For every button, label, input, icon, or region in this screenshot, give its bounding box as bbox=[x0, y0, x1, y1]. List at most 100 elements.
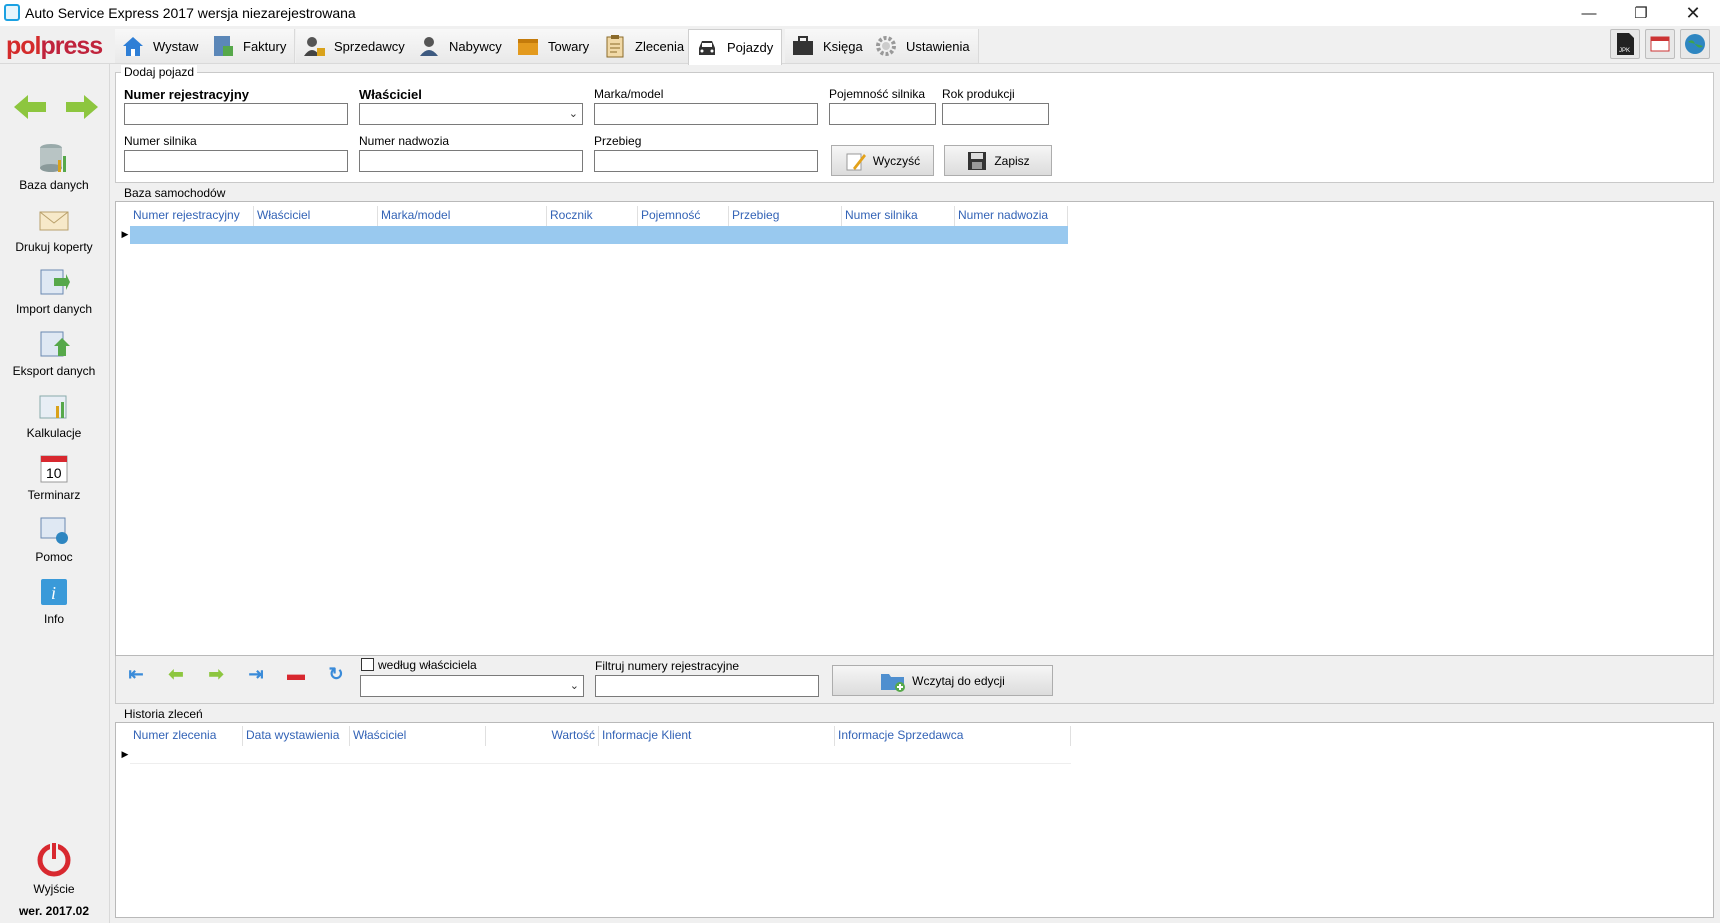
pencil-paper-icon bbox=[845, 150, 867, 172]
column-header[interactable]: Numer silnika bbox=[842, 206, 955, 226]
sidebar-item-pomoc[interactable]: Pomoc bbox=[0, 514, 108, 564]
engine-number-input[interactable] bbox=[124, 150, 348, 172]
tab-zlecenia[interactable]: Zlecenia bbox=[597, 29, 694, 63]
calendar-icon: 10 bbox=[38, 452, 70, 484]
save-button[interactable]: Zapisz bbox=[944, 145, 1052, 176]
registration-input[interactable] bbox=[124, 103, 348, 125]
clear-button-label: Wyczyść bbox=[872, 153, 921, 168]
column-header[interactable]: Informacje Sprzedawca bbox=[835, 726, 1071, 746]
last-record-icon[interactable]: ⇥ bbox=[244, 662, 268, 686]
exit-button[interactable]: Wyjście bbox=[0, 840, 108, 896]
power-icon bbox=[34, 840, 74, 878]
tab-label: Wystaw bbox=[153, 38, 199, 54]
column-header[interactable]: Przebieg bbox=[729, 206, 842, 226]
chevron-down-icon: ⌄ bbox=[568, 108, 578, 120]
tab-faktury[interactable]: Faktury bbox=[205, 29, 296, 63]
import-icon bbox=[38, 266, 70, 298]
sidebar-item-label: Terminarz bbox=[27, 488, 81, 502]
back-arrow-icon[interactable] bbox=[12, 92, 48, 122]
close-button[interactable]: ✕ bbox=[1670, 0, 1716, 26]
orders-history-grid[interactable]: Numer zlecenia Data wystawienia Właścici… bbox=[115, 722, 1714, 918]
next-record-icon[interactable]: ➡ bbox=[204, 662, 228, 686]
tab-sprzedawcy[interactable]: Sprzedawcy bbox=[296, 29, 414, 63]
sidebar-item-info[interactable]: i Info bbox=[0, 576, 108, 626]
tab-ksiega[interactable]: Księga bbox=[785, 29, 872, 63]
cars-db-title: Baza samochodów bbox=[121, 186, 229, 200]
first-record-icon[interactable]: ⇤ bbox=[124, 662, 148, 686]
floppy-disk-icon bbox=[966, 150, 988, 172]
save-button-label: Zapisz bbox=[994, 153, 1030, 168]
orders-history-title: Historia zleceń bbox=[121, 707, 206, 721]
column-header[interactable]: Marka/model bbox=[378, 206, 547, 226]
sidebar-item-label: Pomoc bbox=[35, 550, 73, 564]
clear-button[interactable]: Wyczyść bbox=[831, 145, 934, 176]
mileage-input[interactable] bbox=[594, 150, 818, 172]
column-header[interactable]: Numer zlecenia bbox=[130, 726, 243, 746]
sidebar-item-terminarz[interactable]: 10 Terminarz bbox=[0, 452, 108, 502]
sidebar-item-label: Drukuj koperty bbox=[15, 240, 93, 254]
column-header[interactable]: Data wystawienia bbox=[243, 726, 350, 746]
tab-wystaw[interactable]: Wystaw bbox=[115, 29, 208, 63]
filter-registration-input[interactable] bbox=[595, 675, 819, 697]
tab-towary[interactable]: Towary bbox=[510, 29, 599, 63]
tab-label: Sprzedawcy bbox=[334, 38, 405, 54]
tab-pojazdy[interactable]: Pojazdy bbox=[688, 29, 783, 65]
add-vehicle-title: Dodaj pojazd bbox=[121, 65, 198, 79]
table-row-selected[interactable] bbox=[130, 226, 1068, 244]
production-year-input[interactable] bbox=[942, 103, 1049, 125]
sidebar-item-import-danych[interactable]: Import danych bbox=[0, 266, 108, 316]
column-header[interactable]: Numer rejestracyjny bbox=[130, 206, 254, 226]
window-title: Auto Service Express 2017 wersja niezare… bbox=[25, 5, 356, 21]
prev-record-icon[interactable]: ⬅ bbox=[164, 662, 188, 686]
sidebar-item-kalkulacje[interactable]: Kalkulacje bbox=[0, 390, 108, 440]
tab-nabywcy[interactable]: Nabywcy bbox=[411, 29, 511, 63]
tab-label: Faktury bbox=[243, 38, 287, 54]
sidebar-item-label: Baza danych bbox=[19, 178, 89, 192]
sidebar-item-eksport-danych[interactable]: Eksport danych bbox=[0, 328, 108, 378]
filter-registration-label: Filtruj numery rejestracyjne bbox=[595, 659, 740, 673]
column-header[interactable]: Informacje Klient bbox=[599, 726, 835, 746]
sidebar-item-drukuj-koperty[interactable]: Drukuj koperty bbox=[0, 204, 108, 254]
make-model-input[interactable] bbox=[594, 103, 818, 125]
minimize-button[interactable]: — bbox=[1566, 0, 1612, 26]
engine-capacity-input[interactable] bbox=[829, 103, 936, 125]
sidebar-item-label: Eksport danych bbox=[12, 364, 96, 378]
seller-icon bbox=[302, 34, 326, 58]
globe-icon[interactable] bbox=[1680, 29, 1710, 59]
exit-label: Wyjście bbox=[33, 882, 75, 896]
column-header[interactable]: Właściciel bbox=[254, 206, 378, 226]
body-number-input[interactable] bbox=[359, 150, 583, 172]
owner-combobox[interactable]: ⌄ bbox=[359, 103, 583, 125]
sidebar-item-label: Import danych bbox=[15, 302, 93, 316]
table-row[interactable] bbox=[130, 746, 1071, 764]
tab-label: Zlecenia bbox=[635, 38, 685, 54]
row-indicator-icon: ▶ bbox=[121, 229, 129, 239]
column-header[interactable]: Pojemność bbox=[638, 206, 729, 226]
jpk-file-icon[interactable]: JPK bbox=[1610, 29, 1640, 59]
owner-filter-combobox[interactable]: ⌄ bbox=[360, 675, 584, 697]
refresh-icon[interactable]: ↻ bbox=[324, 662, 348, 686]
cars-grid-controls: ⇤ ⬅ ➡ ⇥ ▬ ↻ według właściciela ⌄ Filtruj… bbox=[115, 656, 1714, 704]
cars-grid[interactable]: Numer rejestracyjny Właściciel Marka/mod… bbox=[115, 201, 1714, 656]
calendar-mail-icon[interactable] bbox=[1645, 29, 1675, 59]
column-header[interactable]: Numer nadwozia bbox=[955, 206, 1068, 226]
column-header[interactable]: Właściciel bbox=[350, 726, 486, 746]
load-for-edit-button[interactable]: Wczytaj do edycji bbox=[832, 665, 1053, 696]
version-label: wer. 2017.02 bbox=[18, 904, 90, 918]
column-header[interactable]: Rocznik bbox=[547, 206, 638, 226]
column-header[interactable]: Wartość bbox=[486, 726, 599, 746]
folder-add-icon bbox=[880, 670, 906, 692]
sidebar-item-label: Info bbox=[43, 612, 64, 626]
delete-record-icon[interactable]: ▬ bbox=[284, 662, 308, 686]
restore-button[interactable]: ❐ bbox=[1618, 0, 1664, 26]
load-button-label: Wczytaj do edycji bbox=[912, 673, 1005, 688]
tab-ustawienia[interactable]: Ustawienia bbox=[868, 29, 979, 63]
goods-icon bbox=[516, 34, 540, 58]
polpress-logo: polpress bbox=[6, 32, 103, 60]
export-icon bbox=[38, 328, 70, 360]
forward-arrow-icon[interactable] bbox=[64, 92, 100, 122]
invoice-icon bbox=[211, 34, 235, 58]
by-owner-checkbox[interactable] bbox=[361, 658, 374, 671]
orders-grid-header: Numer zlecenia Data wystawienia Właścici… bbox=[130, 726, 1071, 746]
sidebar-item-baza-danych[interactable]: Baza danych bbox=[0, 142, 108, 192]
